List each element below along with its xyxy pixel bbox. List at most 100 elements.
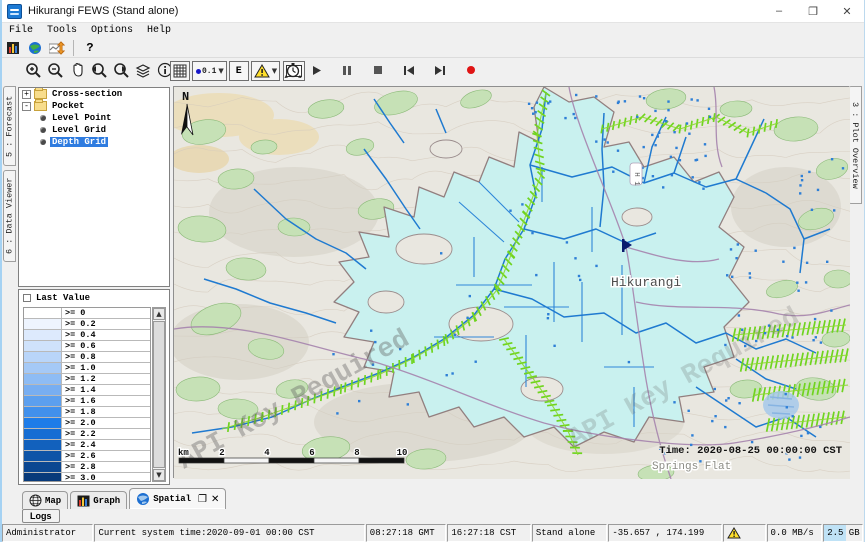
maximize-button[interactable]: ❐ [796,0,830,22]
pause-button[interactable] [338,61,356,79]
stop-icon [373,65,383,75]
tab-map[interactable]: Map [22,491,68,509]
zoom-in-button[interactable] [24,61,42,79]
label-e-icon: E [236,66,242,77]
layers-button[interactable] [134,61,152,79]
label-road-h1: H 1 [632,172,640,186]
animation-settings-button[interactable] [284,61,302,79]
status-cell: 08:27:18 GMT [366,524,447,542]
node-icon [40,139,46,145]
close-button[interactable]: ✕ [830,0,864,22]
menu-help[interactable]: Help [140,24,178,38]
legend-label: >= 1.6 [62,396,96,406]
tab-spatial[interactable]: Spatial ❐ ✕ [129,488,226,509]
svg-text:km: km [178,448,189,458]
play-button[interactable] [307,61,325,79]
legend-swatch [24,330,62,340]
layers-icon [135,63,152,78]
tree-item-label[interactable]: Level Grid [50,125,108,135]
tree-item-level-grid[interactable]: Level Grid [19,124,169,136]
legend-swatch [24,363,62,373]
menu-options[interactable]: Options [84,24,140,38]
legend-label: >= 2.0 [62,418,96,428]
legend-label: >= 1.4 [62,385,96,395]
tree-item-label[interactable]: Depth Grid [50,137,108,147]
legend-label: >= 1.8 [62,407,96,417]
filter-tree-panel: + Cross-section - Pocket Level Point Level Gr… [18,87,170,287]
timeseries-dialog-button[interactable] [48,39,66,57]
tree-item-label[interactable]: Level Point [50,113,113,123]
tree-item-level-point[interactable]: Level Point [19,112,169,124]
labels-toggle-button[interactable]: E [229,61,249,81]
data-display-button[interactable] [4,39,22,57]
tree-item-pocket[interactable]: - Pocket [19,100,169,112]
status-cell: Administrator [2,524,93,542]
scroll-down-icon[interactable]: ▼ [153,469,165,481]
class-interval-value: 0.1 [202,67,216,76]
map-display-button[interactable] [26,39,44,57]
tree-item-depth-grid[interactable]: Depth Grid [19,136,169,148]
last-value-label: Last Value [36,293,90,303]
app-logo-icon [7,4,22,19]
pause-icon [342,65,352,76]
legend-row: >= 2.6 [24,451,150,462]
legend-swatch [24,451,62,461]
record-icon [466,65,476,75]
menu-tools[interactable]: Tools [40,24,84,38]
main-toolbar: ? [2,38,864,58]
legend-label: >= 0.6 [62,341,96,351]
scrollbar-thumb[interactable] [153,321,165,468]
pan-button[interactable] [68,61,86,79]
status-cell: 2.5 GB [823,524,863,542]
scroll-up-icon[interactable]: ▲ [153,308,165,320]
legend-panel: Last Value >= 0>= 0.2>= 0.4>= 0.6>= 0.8>… [18,289,170,485]
globe-icon [28,41,42,55]
tab-maximize-icon[interactable]: ❐ [198,494,207,505]
expand-icon[interactable]: + [22,90,31,99]
collapse-icon[interactable]: - [22,102,31,111]
step-forward-button[interactable] [431,61,449,79]
last-value-checkbox[interactable] [23,294,31,302]
class-interval-dropdown[interactable]: 0.1 ▼ [192,61,227,81]
tab-graph[interactable]: Graph [70,491,127,509]
legend-label: >= 0.2 [62,319,96,329]
application-window: Hikurangi FEWS (Stand alone) – ❐ ✕ FileT… [0,0,865,542]
chart-arrow-icon [49,41,65,55]
step-back-button[interactable] [400,61,418,79]
menu-file[interactable]: File [2,24,40,38]
minimize-button[interactable]: – [762,0,796,22]
tab-close-icon[interactable]: ✕ [211,494,219,505]
legend-row: >= 2.2 [24,429,150,440]
status-cell: Current system time:2020-09-01 00:00 CST [94,524,364,542]
legend-swatch [24,319,62,329]
zoom-previous-button[interactable] [90,61,108,79]
zoom-out-button[interactable] [46,61,64,79]
grid-toggle-button[interactable] [170,61,190,81]
logs-button[interactable]: Logs [22,509,60,523]
map-time-overlay: Time: 2020-08-25 00:00:00 CST [659,445,842,457]
map-canvas[interactable]: API Key Required API Key Required N Hiku… [173,86,849,478]
legend-row: >= 0 [24,308,150,319]
zoom-next-button[interactable] [112,61,130,79]
zoom-previous-icon [90,62,108,79]
tab-forecast[interactable]: 5 : Forecast [3,86,16,166]
zoom-out-icon [47,62,64,79]
legend-scrollbar[interactable]: ▲ ▼ [152,307,166,482]
legend-row: >= 0.8 [24,352,150,363]
tab-data-viewer[interactable]: 6 : Data Viewer [3,170,16,262]
legend-label: >= 1.0 [62,363,96,373]
legend-swatch [24,341,62,351]
thresholds-dropdown[interactable]: ▼ [251,61,280,81]
tree-item-label[interactable]: Cross-section [50,89,124,99]
warning-icon [254,64,270,78]
help-button[interactable]: ? [81,39,99,57]
tab-plot-overview[interactable]: 3 : Plot Overview [848,86,862,204]
stop-button[interactable] [369,61,387,79]
tree-item-label[interactable]: Pocket [50,101,86,111]
node-icon [40,127,46,133]
bar-chart-icon [6,41,21,55]
record-button[interactable] [462,61,480,79]
legend-label: >= 0.4 [62,330,96,340]
legend-swatch [24,440,62,450]
node-icon [40,115,46,121]
